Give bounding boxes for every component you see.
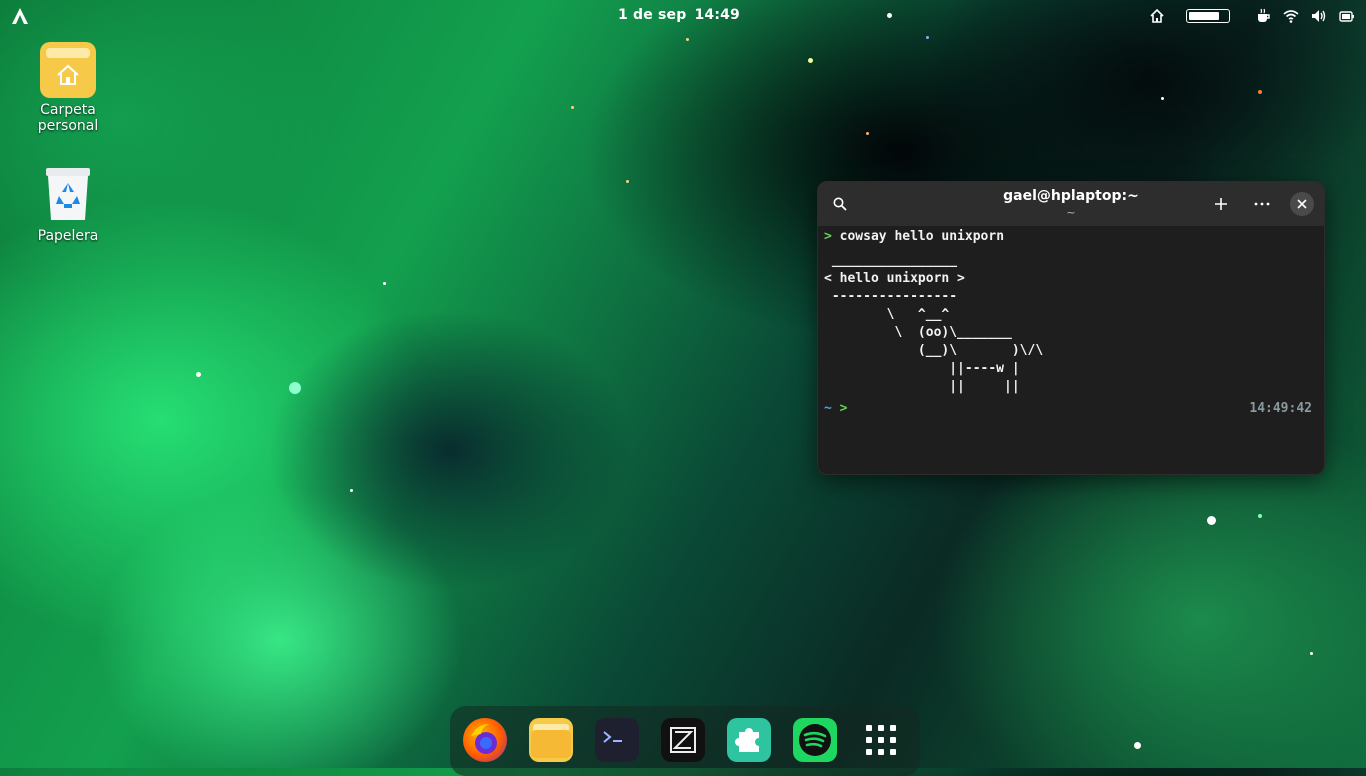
- terminal-content[interactable]: > cowsay hello unixporn ________________…: [818, 226, 1324, 420]
- cowsay-output: ________________ < hello unixporn > ----…: [824, 252, 1318, 396]
- firefox-icon[interactable]: [463, 718, 507, 762]
- output-line: < hello unixporn >: [824, 271, 965, 286]
- menu-icon[interactable]: [1250, 192, 1274, 216]
- trash-icon: [43, 166, 93, 222]
- desktop-icon-label: Papelera: [37, 228, 99, 244]
- battery-icon[interactable]: [1186, 9, 1230, 23]
- terminal-subtitle: ~: [1066, 206, 1076, 219]
- output-line: \ (oo)\_______: [824, 325, 1012, 340]
- desktop-icon-label: Carpeta personal: [37, 102, 99, 134]
- desktop-icon-home-folder[interactable]: Carpeta personal: [8, 42, 128, 134]
- prompt-symbol: >: [824, 229, 832, 244]
- prompt-line[interactable]: ~ >14:49:42: [824, 400, 1318, 418]
- output-line: \ ^__^: [824, 307, 950, 322]
- clock-time: 14:49: [694, 7, 741, 23]
- output-line: ||----w |: [824, 361, 1020, 376]
- output-line: (__)\ )\/\: [824, 343, 1044, 358]
- terminal-header[interactable]: gael@hplaptop:~ ~: [818, 182, 1324, 226]
- top-bar: 1 de sep 14:49: [0, 0, 1366, 32]
- files-icon[interactable]: [529, 718, 573, 762]
- terminal-title: gael@hplaptop:~: [1003, 188, 1139, 204]
- volume-icon[interactable]: [1310, 7, 1328, 25]
- terminal-window[interactable]: gael@hplaptop:~ ~ > cowsay hello unixpor…: [817, 181, 1325, 475]
- coffee-icon[interactable]: [1254, 7, 1272, 25]
- clock-date: 1 de sep: [617, 7, 687, 23]
- cwd-prompt: ~: [824, 401, 832, 416]
- extensions-icon[interactable]: [727, 718, 771, 762]
- new-tab-icon[interactable]: [1209, 192, 1233, 216]
- close-icon[interactable]: [1290, 192, 1314, 216]
- desktop-icon-trash[interactable]: Papelera: [8, 166, 128, 244]
- right-prompt-time: 14:49:42: [1249, 401, 1312, 416]
- battery-status-icon[interactable]: [1338, 7, 1356, 25]
- zed-editor-icon[interactable]: [661, 718, 705, 762]
- wifi-icon[interactable]: [1282, 7, 1300, 25]
- command-line: > cowsay hello unixporn: [824, 228, 1318, 246]
- app-grid-icon[interactable]: [859, 718, 903, 762]
- home-icon[interactable]: [1148, 7, 1166, 25]
- command-text: cowsay hello unixporn: [839, 229, 1005, 244]
- spotify-icon[interactable]: [793, 718, 837, 762]
- prompt-symbol: >: [839, 401, 848, 416]
- output-line: ________________: [824, 253, 958, 268]
- home-folder-icon: [40, 42, 96, 98]
- system-tray[interactable]: [1148, 6, 1356, 26]
- battery-fill: [1189, 12, 1220, 20]
- output-line: ----------------: [824, 289, 958, 304]
- terminal-icon[interactable]: [595, 718, 639, 762]
- dock: [450, 706, 920, 776]
- output-line: || ||: [824, 379, 1020, 394]
